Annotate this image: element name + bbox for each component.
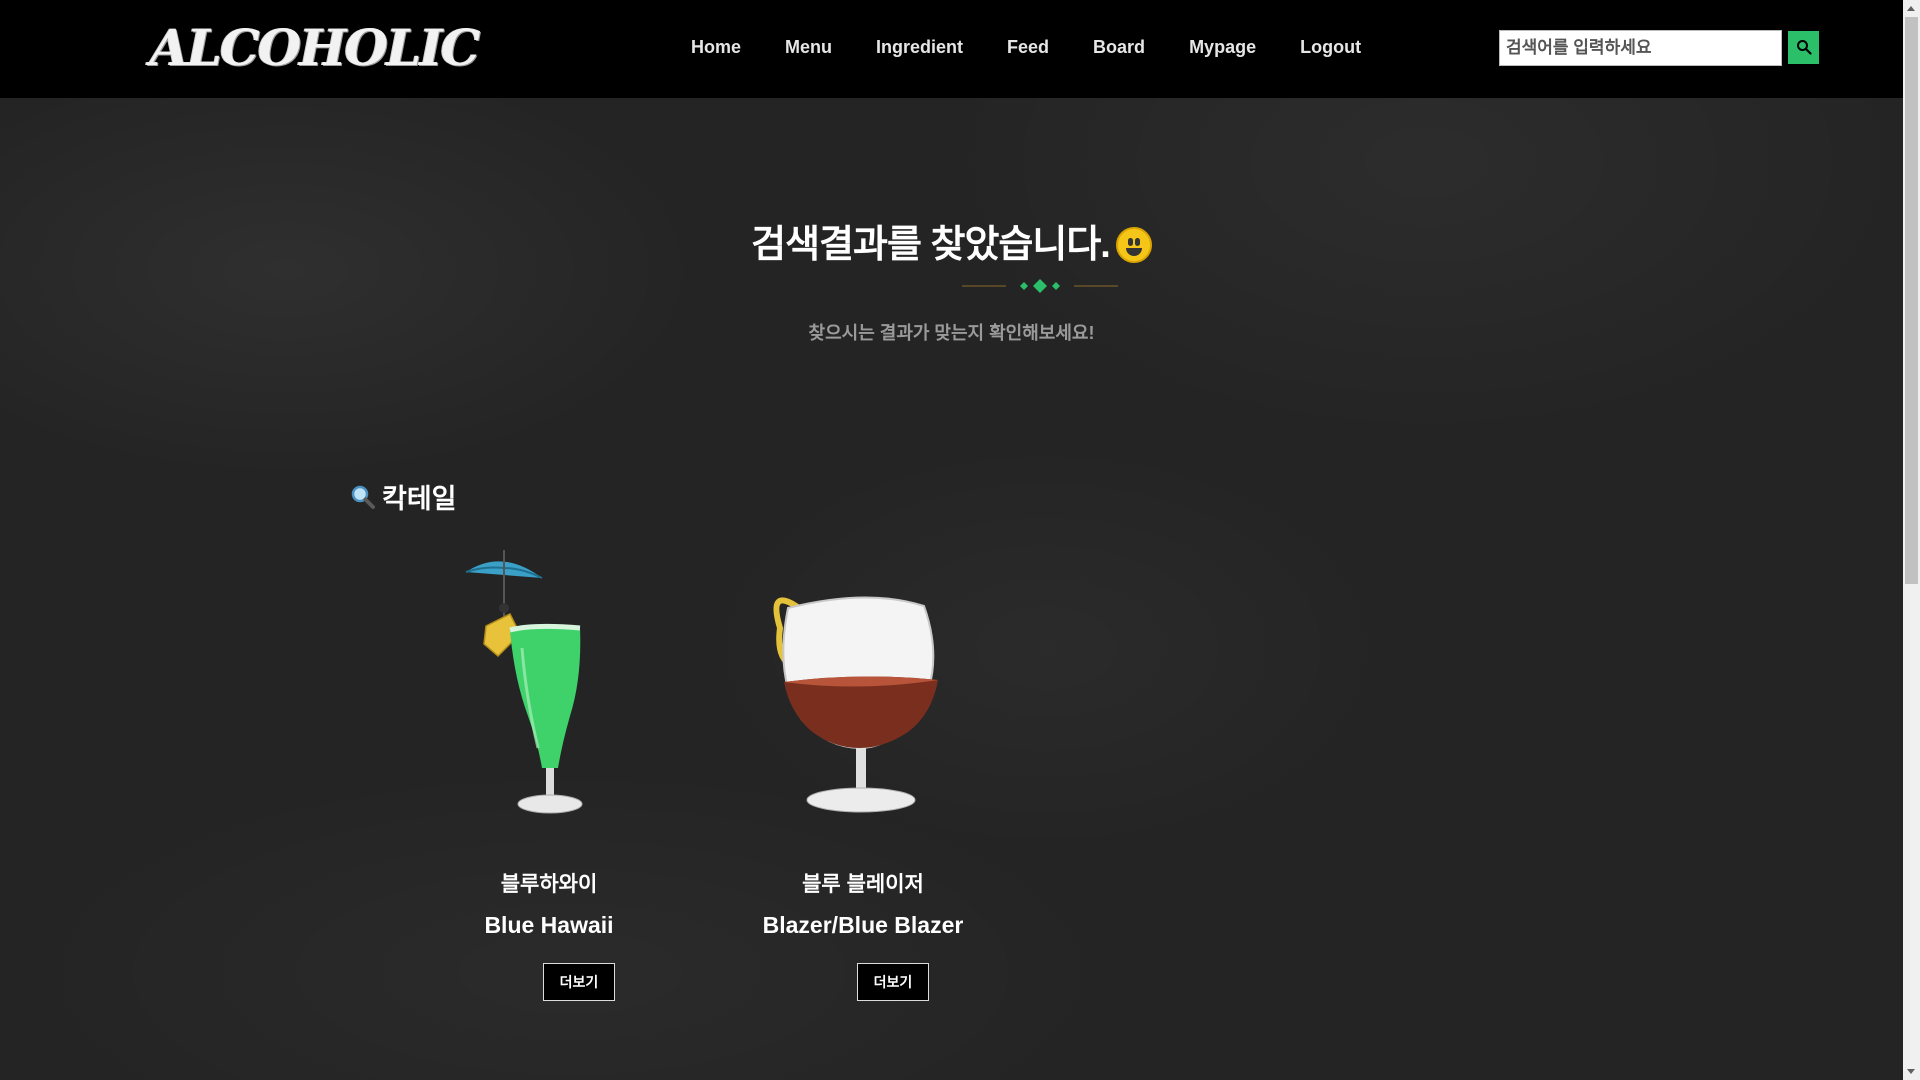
search-icon xyxy=(1797,40,1812,55)
decorative-divider xyxy=(962,279,1118,293)
page-title-text: 검색결과를 찾았습니다. xyxy=(751,224,1111,266)
navbar: ALCOHOLIC Home Menu Ingredient Feed Boar… xyxy=(0,0,1903,98)
section-title: 칵테일 xyxy=(382,484,457,514)
more-button[interactable]: 더보기 xyxy=(857,963,929,1001)
main-nav: Home Menu Ingredient Feed Board Mypage L… xyxy=(691,34,1405,60)
smiley-icon xyxy=(1115,227,1152,263)
vertical-scrollbar[interactable] xyxy=(1903,0,1920,1080)
cocktail-name-eng: Blue Hawaii xyxy=(484,912,614,938)
cocktail-name-kor: 블루 블레이저 xyxy=(802,873,924,896)
page-title: 검색결과를 찾았습니다. xyxy=(0,213,1903,268)
search-button[interactable] xyxy=(1788,31,1819,64)
magnifier-icon xyxy=(351,485,375,509)
blue-blazer-cocktail-image[interactable] xyxy=(728,548,998,828)
blue-hawaii-cocktail-image[interactable] xyxy=(414,548,684,828)
nav-mypage[interactable]: Mypage xyxy=(1189,34,1256,60)
nav-board[interactable]: Board xyxy=(1093,34,1145,60)
search-input[interactable] xyxy=(1499,30,1782,66)
page-background: ALCOHOLIC Home Menu Ingredient Feed Boar… xyxy=(0,0,1903,1080)
nav-home[interactable]: Home xyxy=(691,34,741,60)
more-button[interactable]: 더보기 xyxy=(543,963,615,1001)
scroll-down-arrow-icon[interactable] xyxy=(1903,1063,1920,1080)
scroll-up-arrow-icon[interactable] xyxy=(1903,0,1920,17)
scrollbar-thumb[interactable] xyxy=(1905,17,1918,584)
section-heading-cocktail: 칵테일 xyxy=(350,477,457,516)
nav-menu[interactable]: Menu xyxy=(785,34,832,60)
nav-ingredient[interactable]: Ingredient xyxy=(876,34,963,60)
nav-feed[interactable]: Feed xyxy=(1007,34,1049,60)
cocktail-name-kor: 블루하와이 xyxy=(500,873,598,896)
cocktail-name-eng: Blazer/Blue Blazer xyxy=(762,912,964,938)
page-subtitle: 찾으시는 결과가 맞는지 확인해보세요! xyxy=(808,323,1095,343)
site-logo[interactable]: ALCOHOLIC xyxy=(150,18,480,78)
nav-logout[interactable]: Logout xyxy=(1300,34,1361,60)
